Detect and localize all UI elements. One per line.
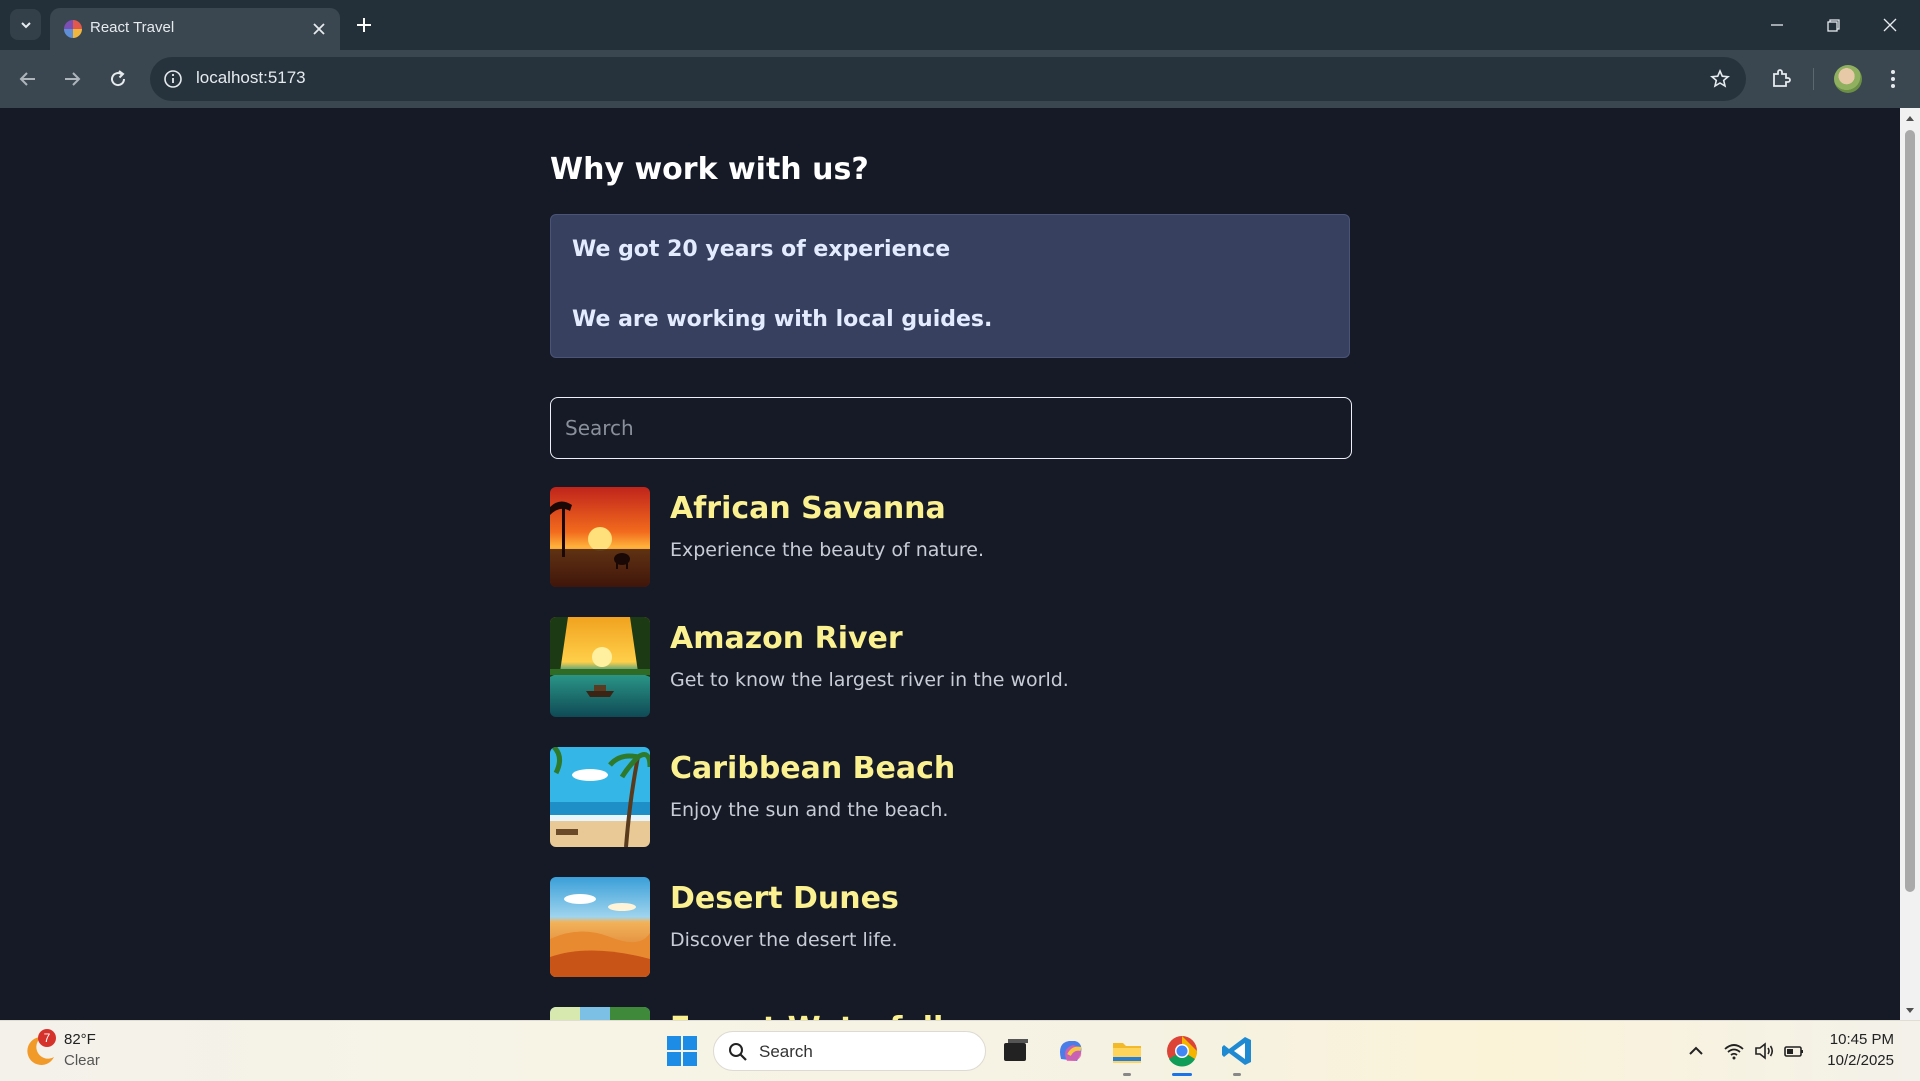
profile-avatar[interactable] [1834, 65, 1862, 93]
scrollbar-thumb[interactable] [1905, 130, 1915, 892]
browser-toolbar: localhost:5173 [0, 50, 1920, 108]
bookmark-star-icon[interactable] [1708, 67, 1732, 91]
weather-condition[interactable]: Clear [64, 1052, 100, 1069]
caribbean-beach-image [550, 747, 650, 847]
new-tab-plus-icon[interactable] [352, 13, 376, 37]
desert-dunes-image [550, 877, 650, 977]
wifi-icon[interactable] [1722, 1039, 1746, 1063]
battery-icon[interactable] [1782, 1039, 1806, 1063]
destination-title: Caribbean Beach [670, 751, 956, 786]
destination-item[interactable]: Amazon River Get to know the largest riv… [550, 617, 1350, 717]
destination-item[interactable]: Caribbean Beach Enjoy the sun and the be… [550, 747, 1350, 847]
toolbar-divider [1813, 68, 1814, 90]
file-explorer-icon[interactable] [1109, 1033, 1145, 1069]
minimize-icon[interactable] [1764, 12, 1790, 38]
destination-item[interactable]: Desert Dunes Discover the desert life. [550, 877, 1350, 977]
feature-item: We got 20 years of experience [572, 237, 951, 262]
favicon-icon [64, 20, 82, 38]
vscode-icon[interactable] [1219, 1033, 1255, 1069]
tab-title: React Travel [90, 19, 175, 36]
page-scrollbar[interactable] [1900, 108, 1920, 1020]
page-viewport: Why work with us? We got 20 years of exp… [0, 108, 1900, 1020]
forest-waterfall-image [550, 1007, 650, 1020]
more-menu-icon[interactable] [1878, 64, 1908, 94]
window-close-icon[interactable] [1877, 12, 1903, 38]
running-indicator [1123, 1073, 1131, 1076]
search-icon [729, 1043, 747, 1061]
destination-title: Amazon River [670, 621, 903, 656]
destination-description: Experience the beauty of nature. [670, 539, 985, 561]
browser-tab-bar: React Travel [0, 0, 1920, 50]
close-icon[interactable] [308, 18, 330, 40]
destination-title: Desert Dunes [670, 881, 899, 916]
destination-item[interactable]: African Savanna Experience the beauty of… [550, 487, 1350, 587]
weather-temperature[interactable]: 82°F [64, 1031, 96, 1048]
browser-tab-active[interactable]: React Travel [50, 8, 340, 50]
volume-icon[interactable] [1752, 1039, 1776, 1063]
chrome-icon[interactable] [1164, 1033, 1200, 1069]
section-heading: Why work with us? [550, 152, 869, 187]
destination-item[interactable]: Forest Waterfall [550, 1007, 1350, 1020]
reload-icon[interactable] [104, 65, 132, 93]
destination-description: Discover the desert life. [670, 929, 898, 951]
destination-title: Forest Waterfall [670, 1011, 943, 1020]
windows-taskbar: 7 82°F Clear Search 10:45 PM 10/2/2025 [0, 1020, 1920, 1081]
windows-start-icon[interactable] [666, 1035, 698, 1067]
features-box: We got 20 years of experience We are wor… [550, 214, 1350, 358]
address-bar[interactable]: localhost:5173 [150, 57, 1746, 101]
weather-alert-badge: 7 [38, 1029, 56, 1047]
forward-arrow-icon[interactable] [58, 65, 86, 93]
restore-icon[interactable] [1820, 12, 1846, 38]
scroll-down-arrow-icon[interactable] [1905, 1006, 1915, 1016]
back-arrow-icon[interactable] [14, 65, 42, 93]
clock-time[interactable]: 10:45 PM [1830, 1031, 1894, 1048]
amazon-river-image [550, 617, 650, 717]
site-info-icon[interactable] [162, 68, 184, 90]
tab-search-button[interactable] [10, 9, 41, 40]
search-input[interactable] [550, 397, 1352, 459]
chevron-down-icon [20, 21, 31, 28]
destination-description: Enjoy the sun and the beach. [670, 799, 949, 821]
chevron-up-icon[interactable] [1684, 1039, 1708, 1063]
url-text: localhost:5173 [196, 68, 306, 87]
extensions-puzzle-icon[interactable] [1766, 64, 1796, 94]
task-view-icon[interactable] [998, 1033, 1034, 1069]
destination-title: African Savanna [670, 491, 946, 526]
clock-date[interactable]: 10/2/2025 [1827, 1052, 1894, 1069]
copilot-icon[interactable] [1053, 1033, 1089, 1069]
running-indicator [1233, 1073, 1241, 1076]
feature-item: We are working with local guides. [572, 307, 993, 332]
destination-description: Get to know the largest river in the wor… [670, 669, 1069, 691]
scroll-up-arrow-icon[interactable] [1905, 113, 1915, 123]
taskbar-search-label: Search [759, 1042, 813, 1061]
active-app-indicator [1172, 1073, 1192, 1076]
savanna-sunset-image [550, 487, 650, 587]
taskbar-search-box[interactable]: Search [713, 1031, 986, 1071]
